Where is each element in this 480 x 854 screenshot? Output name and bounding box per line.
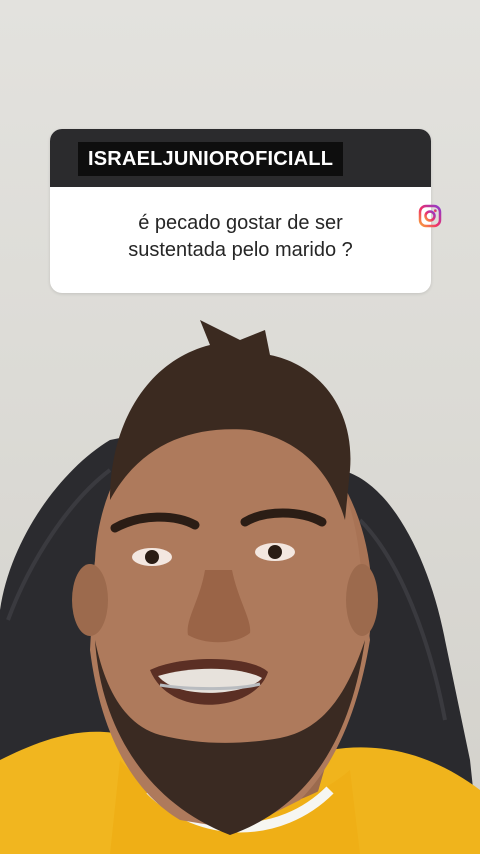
question-card-body: é pecado gostar de ser sustentada pelo m… — [50, 187, 431, 293]
question-line-2: sustentada pelo marido ? — [128, 239, 353, 261]
instagram-icon — [418, 204, 442, 228]
question-card: ISRAELJUNIOROFICIALL é pecado gostar de … — [50, 129, 431, 293]
question-line-1: é pecado gostar de ser — [138, 212, 343, 234]
video-background: ISRAELJUNIOROFICIALL é pecado gostar de … — [0, 0, 480, 854]
username-badge: ISRAELJUNIOROFICIALL — [78, 142, 344, 176]
question-text: é pecado gostar de ser sustentada pelo m… — [128, 210, 353, 264]
question-card-header: ISRAELJUNIOROFICIALL — [50, 129, 431, 187]
watermark-text: LL — [392, 246, 405, 258]
